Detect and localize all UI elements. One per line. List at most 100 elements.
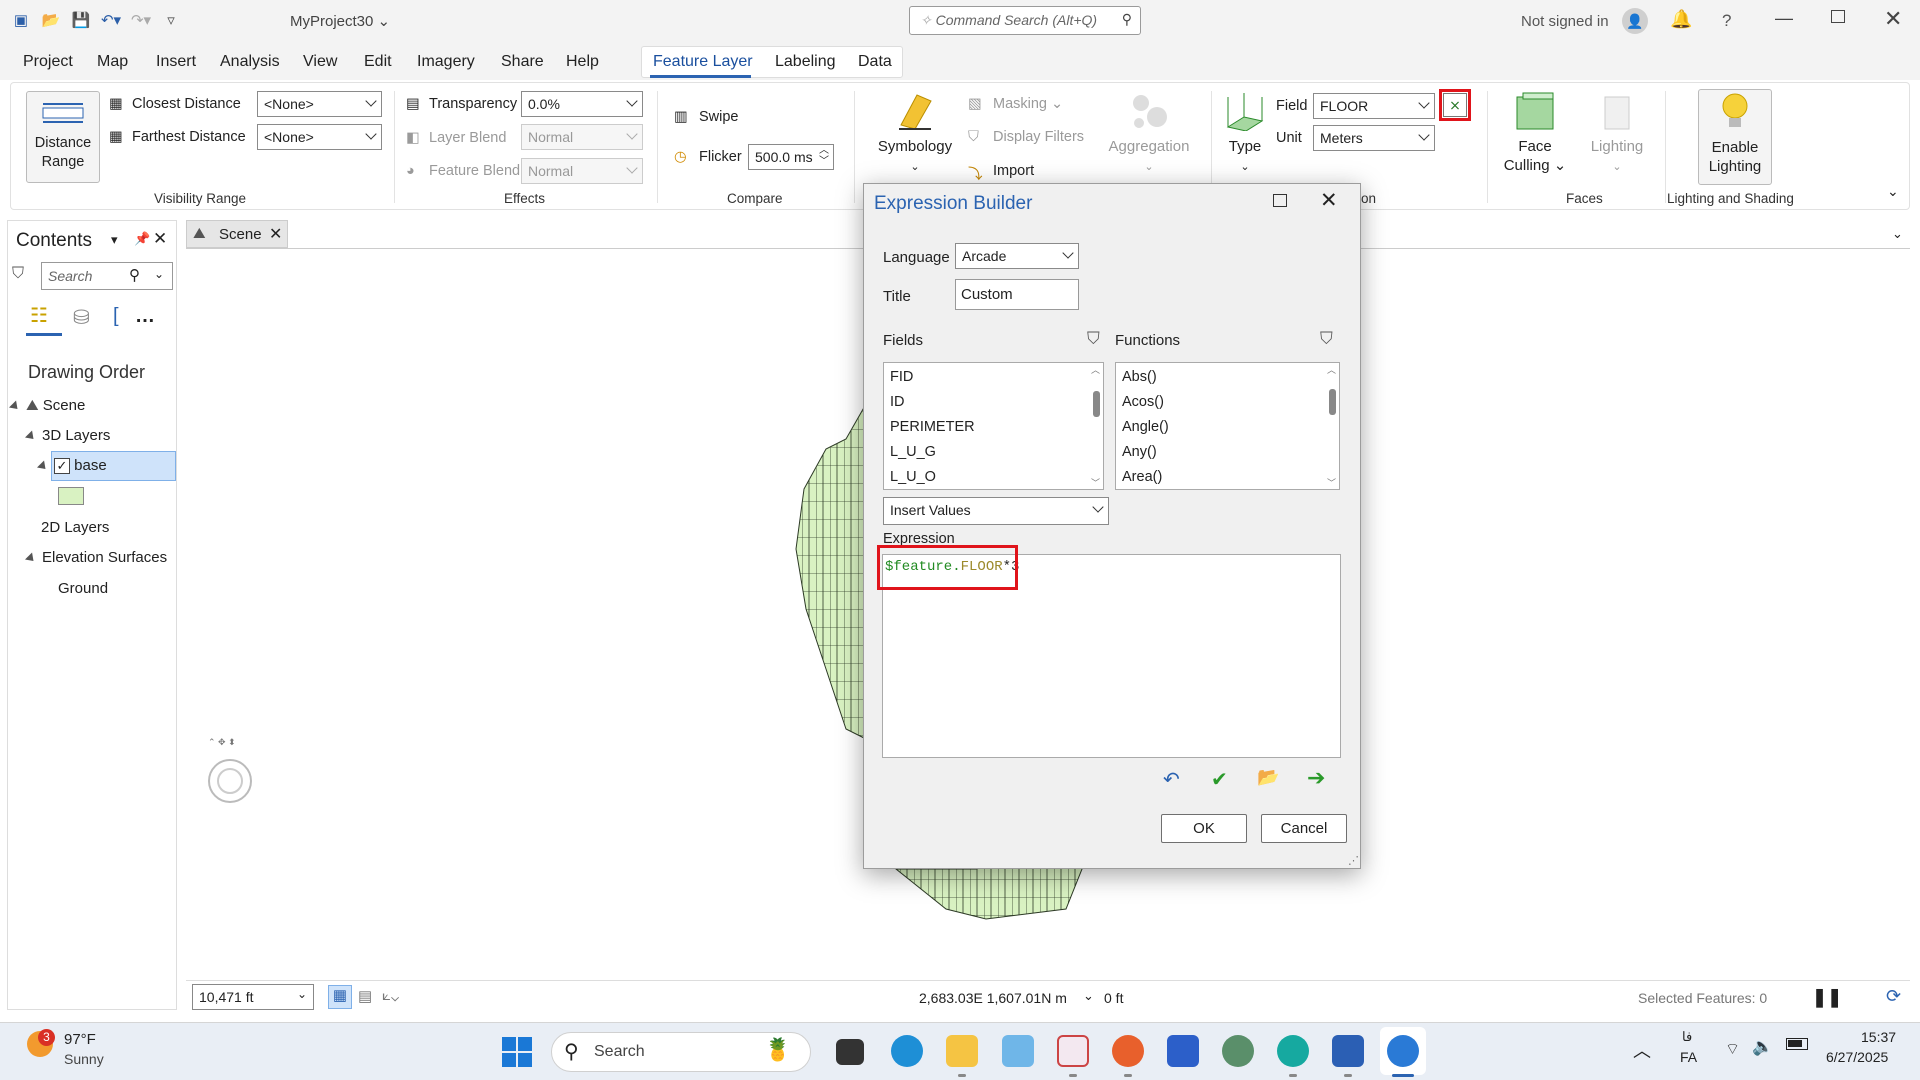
list-by-data-source-icon[interactable]: ⛁ — [73, 305, 90, 330]
list-by-selection-icon[interactable]: [ — [113, 305, 119, 328]
new-project-icon[interactable]: ▣ — [10, 10, 32, 30]
command-search-input[interactable]: ✧ Command Search (Alt+Q) ⚲ — [909, 6, 1141, 35]
functions-scrollbar[interactable]: ︿ ﹀ — [1327, 365, 1337, 488]
collapse-ribbon-icon[interactable]: ⌄ — [1887, 183, 1899, 200]
field-item-fid[interactable]: FID — [890, 369, 913, 385]
navigator-controls[interactable]: ⌃ ✥ ⬍ — [208, 737, 236, 748]
open-folder-icon[interactable]: 📂 — [1257, 767, 1279, 788]
more-options-icon[interactable]: … — [135, 305, 155, 328]
fields-filter-icon[interactable]: ⛉ — [1087, 329, 1100, 349]
function-item-any[interactable]: Any() — [1122, 444, 1157, 460]
chevron-down-icon[interactable]: ﹀ — [1327, 476, 1336, 489]
task-view-icon[interactable] — [836, 1039, 864, 1065]
unit-select[interactable]: Meters — [1313, 125, 1435, 151]
restore-button[interactable] — [1831, 10, 1845, 23]
tree-item-2d-layers[interactable]: 2D Layers — [41, 519, 109, 536]
menu-analysis[interactable]: Analysis — [220, 53, 280, 71]
scroll-thumb[interactable] — [1329, 389, 1336, 415]
photos-app-icon[interactable] — [1002, 1035, 1034, 1067]
tree-item-elevation-surfaces[interactable]: Elevation Surfaces — [24, 549, 167, 566]
list-by-drawing-order-icon[interactable]: ☷ — [30, 303, 48, 328]
edge-browser-icon[interactable] — [891, 1035, 923, 1067]
taskbar-search-box[interactable]: ⚲ Search 🍍 — [551, 1032, 811, 1072]
function-item-abs[interactable]: Abs() — [1122, 369, 1157, 385]
field-item-id[interactable]: ID — [890, 394, 905, 410]
volume-icon[interactable]: 🔈 — [1752, 1037, 1773, 1057]
cancel-button[interactable]: Cancel — [1261, 814, 1347, 843]
insert-values-select[interactable]: Insert Values — [883, 497, 1109, 525]
menu-help[interactable]: Help — [566, 53, 599, 71]
table-icon[interactable]: ▤ — [358, 987, 372, 1005]
pin-icon[interactable]: 📌 — [134, 231, 150, 247]
function-item-angle[interactable]: Angle() — [1122, 419, 1169, 435]
chevron-up-icon[interactable]: ︿ — [1091, 363, 1100, 376]
tab-feature-layer[interactable]: Feature Layer — [653, 53, 753, 71]
scale-select[interactable]: 10,471 ft ⌄ — [192, 984, 314, 1010]
clock-date[interactable]: 6/27/2025 — [1826, 1049, 1888, 1065]
chevron-up-icon[interactable]: ︿ — [1327, 363, 1336, 376]
input-language-top[interactable]: فا — [1682, 1029, 1692, 1045]
menu-map[interactable]: Map — [97, 53, 128, 71]
menu-insert[interactable]: Insert — [156, 53, 196, 71]
distance-range-button[interactable]: Distance Range — [26, 91, 100, 183]
weather-temperature[interactable]: 97°F — [64, 1031, 96, 1048]
layer-blend-select[interactable]: Normal — [521, 124, 643, 150]
open-project-icon[interactable]: 📂 — [40, 10, 62, 30]
aggregation-button[interactable]: Aggregation ⌄ — [1101, 91, 1197, 177]
lighting-button[interactable]: Lighting ⌄ — [1581, 91, 1653, 177]
undo-icon[interactable]: ↶▾ — [100, 10, 122, 30]
flicker-rate-input[interactable]: 500.0 ms ︿ ﹀ — [748, 144, 834, 170]
tab-data[interactable]: Data — [858, 53, 892, 71]
grid-view-icon[interactable]: ▦ — [328, 985, 352, 1009]
arrow-right-icon[interactable]: ➔ — [1307, 765, 1325, 791]
tab-labeling[interactable]: Labeling — [775, 53, 836, 71]
close-dialog-button[interactable]: ✕ — [1320, 188, 1338, 213]
extrusion-type-button[interactable]: Type ⌄ — [1219, 91, 1271, 177]
tab-scene[interactable]: ⛰ Scene ✕ — [186, 220, 288, 248]
chevron-down-icon[interactable]: ⌄ — [1083, 988, 1094, 1004]
file-explorer-icon[interactable] — [946, 1035, 978, 1067]
firefox-icon[interactable] — [1112, 1035, 1144, 1067]
enable-lighting-button[interactable]: Enable Lighting — [1698, 89, 1772, 185]
show-hidden-icons-chevron[interactable]: ︿ — [1633, 1037, 1651, 1063]
clock-time[interactable]: 15:37 — [1861, 1029, 1896, 1045]
menu-imagery[interactable]: Imagery — [417, 53, 475, 71]
tree-item-ground[interactable]: Ground — [58, 580, 108, 597]
filter-icon[interactable]: ⛉ — [12, 265, 24, 283]
verify-checkmark-icon[interactable]: ✔ — [1211, 767, 1228, 792]
visibility-checkbox[interactable]: ✓ — [54, 458, 70, 474]
selected-features-count[interactable]: Selected Features: 0 — [1638, 990, 1767, 1006]
field-item-l-u-o[interactable]: L_U_O — [890, 469, 936, 485]
close-pane-icon[interactable]: ✕ — [153, 229, 167, 249]
face-culling-button[interactable]: Face Culling ⌄ — [1499, 91, 1571, 175]
customize-toolbar-icon[interactable]: ▿ — [160, 10, 182, 30]
scroll-thumb[interactable] — [1093, 391, 1100, 417]
farthest-distance-select[interactable]: <None> — [257, 124, 382, 150]
tree-item-scene[interactable]: ⛰ Scene — [8, 397, 85, 414]
edraw-icon[interactable] — [1277, 1035, 1309, 1067]
feature-blend-select[interactable]: Normal — [521, 158, 643, 184]
close-tab-icon[interactable]: ✕ — [269, 224, 282, 244]
pause-drawing-icon[interactable]: ❚❚ — [1812, 987, 1842, 1008]
symbology-button[interactable]: Symbology ⌄ — [869, 91, 961, 177]
chevron-down-icon[interactable]: ﹀ — [1091, 476, 1100, 489]
swipe-button[interactable]: Swipe — [699, 109, 739, 125]
display-filters-button[interactable]: Display Filters — [993, 129, 1084, 145]
fields-scrollbar[interactable]: ︿ ﹀ — [1091, 365, 1101, 488]
input-language-code[interactable]: FA — [1680, 1049, 1697, 1065]
function-item-area[interactable]: Area() — [1122, 469, 1162, 485]
ok-button[interactable]: OK — [1161, 814, 1247, 843]
functions-filter-icon[interactable]: ⛉ — [1320, 329, 1333, 349]
menu-share[interactable]: Share — [501, 53, 544, 71]
maximize-button[interactable] — [1273, 194, 1287, 207]
contents-search-input[interactable]: Search ⚲ ⌄ — [41, 262, 173, 290]
snapping-icon[interactable]: ⟀⌄ — [382, 987, 399, 1004]
flicker-icon[interactable]: ◷ — [674, 149, 687, 165]
transparency-select[interactable]: 0.0% — [521, 91, 643, 117]
project-name-dropdown[interactable]: MyProject30 ⌄ — [290, 12, 390, 30]
microsoft-store-icon[interactable] — [1167, 1035, 1199, 1067]
title-input[interactable]: Custom — [955, 279, 1079, 310]
menu-project[interactable]: Project — [23, 53, 73, 71]
wifi-icon[interactable]: ⌔ — [1725, 1039, 1740, 1059]
function-item-acos[interactable]: Acos() — [1122, 394, 1164, 410]
